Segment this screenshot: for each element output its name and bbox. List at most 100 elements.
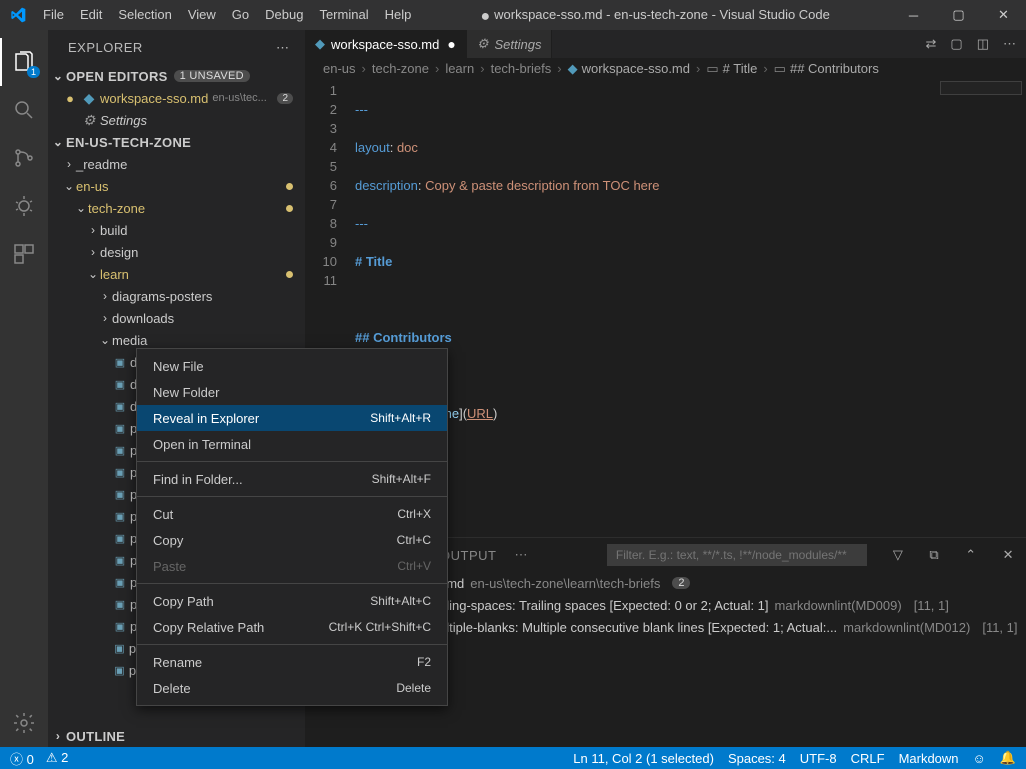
activity-bar: 1: [0, 30, 48, 747]
menu-debug[interactable]: Debug: [257, 0, 311, 30]
separator: [137, 583, 447, 584]
folder-build[interactable]: ›build: [48, 219, 305, 241]
menu-terminal[interactable]: Terminal: [311, 0, 376, 30]
window-controls: ─ ▢ ✕: [891, 0, 1026, 30]
image-icon: ▣: [110, 554, 130, 567]
folder-readme[interactable]: ›_readme: [48, 153, 305, 175]
markdown-icon: ◆: [78, 90, 100, 107]
activity-search[interactable]: [0, 86, 48, 134]
folder-learn[interactable]: ⌄learn: [48, 263, 305, 285]
explorer-badge: 1: [27, 66, 40, 78]
open-editor-item[interactable]: ⚙ Settings: [48, 109, 305, 131]
breadcrumbs[interactable]: en-us› tech-zone› learn› tech-briefs› ◆ …: [305, 58, 1026, 79]
status-errors[interactable]: ⓧ 0: [10, 749, 34, 768]
more-icon[interactable]: ⋯: [276, 40, 291, 56]
compare-icon[interactable]: ⇄: [926, 36, 937, 52]
window-title: ●workspace-sso.md - en-us-tech-zone - Vi…: [419, 6, 891, 24]
more-icon[interactable]: ⋯: [1003, 36, 1016, 52]
activity-scm[interactable]: [0, 134, 48, 182]
folder-en-us[interactable]: ⌄en-us: [48, 175, 305, 197]
image-icon: ▣: [110, 466, 130, 479]
workspace-header[interactable]: ⌄ EN-US-TECH-ZONE: [48, 131, 305, 153]
menu-file[interactable]: File: [35, 0, 72, 30]
symbol-icon: ▭: [706, 61, 718, 77]
editor-tabs: ◆ workspace-sso.md ● ⚙ Settings ⇄ ▢ ◫ ⋯: [305, 30, 1026, 58]
ctx-open-terminal[interactable]: Open in Terminal: [137, 431, 447, 457]
image-icon: ▣: [110, 620, 130, 633]
settings-icon: ⚙: [78, 112, 100, 129]
chevron-up-icon[interactable]: ⌃: [965, 547, 976, 563]
markdown-icon: ◆: [315, 36, 325, 52]
ctx-copy[interactable]: CopyCtrl+C: [137, 527, 447, 553]
feedback-icon[interactable]: ☺: [973, 751, 986, 766]
split-icon[interactable]: ◫: [977, 36, 989, 52]
sidebar-header: EXPLORER⋯: [48, 30, 305, 65]
collapse-icon[interactable]: ⧉: [929, 547, 939, 563]
bell-icon[interactable]: 🔔: [1000, 750, 1016, 766]
close-button[interactable]: ✕: [981, 0, 1026, 30]
menu-help[interactable]: Help: [377, 0, 420, 30]
folder-downloads[interactable]: ›downloads: [48, 307, 305, 329]
status-encoding[interactable]: UTF-8: [800, 751, 837, 766]
image-icon: ▣: [110, 510, 130, 523]
filter-icon[interactable]: ▽: [893, 547, 904, 563]
image-icon: ▣: [110, 378, 130, 391]
image-icon: ▣: [110, 598, 130, 611]
more-icon[interactable]: ⋯: [514, 547, 528, 563]
ctx-copy-relative-path[interactable]: Copy Relative PathCtrl+K Ctrl+Shift+C: [137, 614, 447, 640]
problems-filter-input[interactable]: [607, 544, 867, 566]
folder-diagrams[interactable]: ›diagrams-posters: [48, 285, 305, 307]
folder-tech-zone[interactable]: ⌄tech-zone: [48, 197, 305, 219]
image-icon: ▣: [110, 400, 130, 413]
context-menu: New File New Folder Reveal in ExplorerSh…: [136, 348, 448, 706]
status-eol[interactable]: CRLF: [851, 751, 885, 766]
tab-settings[interactable]: ⚙ Settings: [467, 30, 553, 58]
chevron-down-icon: ⌄: [50, 69, 66, 83]
symbol-icon: ▭: [774, 61, 786, 77]
status-lncol[interactable]: Ln 11, Col 2 (1 selected): [573, 751, 714, 766]
activity-debug[interactable]: [0, 182, 48, 230]
activity-settings[interactable]: [0, 699, 48, 747]
ctx-rename[interactable]: RenameF2: [137, 649, 447, 675]
vscode-icon: [0, 7, 35, 23]
code-content[interactable]: --- layout: doc description: Copy & past…: [355, 79, 1026, 537]
image-icon: ▣: [110, 642, 129, 655]
tab-workspace-sso[interactable]: ◆ workspace-sso.md ●: [305, 30, 467, 58]
menu-view[interactable]: View: [180, 0, 224, 30]
image-icon: ▣: [110, 664, 129, 677]
ctx-cut[interactable]: CutCtrl+X: [137, 501, 447, 527]
chevron-down-icon: ⌄: [50, 135, 66, 149]
menu-selection[interactable]: Selection: [110, 0, 179, 30]
maximize-button[interactable]: ▢: [936, 0, 981, 30]
panel-tab-output[interactable]: OUTPUT: [440, 548, 496, 563]
status-bar: ⓧ 0 ⚠ 2 Ln 11, Col 2 (1 selected) Spaces…: [0, 747, 1026, 769]
minimap[interactable]: [936, 79, 1026, 537]
minimize-button[interactable]: ─: [891, 0, 936, 30]
menu-go[interactable]: Go: [224, 0, 257, 30]
activity-explorer[interactable]: 1: [0, 38, 48, 86]
open-editors-header[interactable]: ⌄ OPEN EDITORS 1 UNSAVED: [48, 65, 305, 87]
ctx-delete[interactable]: DeleteDelete: [137, 675, 447, 701]
image-icon: ▣: [110, 488, 130, 501]
status-spaces[interactable]: Spaces: 4: [728, 751, 786, 766]
preview-icon[interactable]: ▢: [950, 36, 962, 52]
ctx-reveal-explorer[interactable]: Reveal in ExplorerShift+Alt+R: [137, 405, 447, 431]
image-icon: ▣: [110, 576, 130, 589]
close-icon[interactable]: ✕: [1003, 547, 1014, 563]
image-icon: ▣: [110, 444, 130, 457]
image-icon: ▣: [110, 532, 130, 545]
activity-extensions[interactable]: [0, 230, 48, 278]
image-icon: ▣: [110, 422, 130, 435]
ctx-copy-path[interactable]: Copy PathShift+Alt+C: [137, 588, 447, 614]
ctx-new-file[interactable]: New File: [137, 353, 447, 379]
open-editor-item[interactable]: ● ◆ workspace-sso.md en-us\tec... 2: [48, 87, 305, 109]
ctx-new-folder[interactable]: New Folder: [137, 379, 447, 405]
separator: [137, 496, 447, 497]
outline-header[interactable]: › OUTLINE: [48, 725, 305, 747]
dirty-dot: ●: [480, 8, 490, 25]
folder-design[interactable]: ›design: [48, 241, 305, 263]
status-warnings[interactable]: ⚠ 2: [46, 750, 69, 766]
status-language[interactable]: Markdown: [899, 751, 959, 766]
ctx-find-folder[interactable]: Find in Folder...Shift+Alt+F: [137, 466, 447, 492]
menu-edit[interactable]: Edit: [72, 0, 110, 30]
